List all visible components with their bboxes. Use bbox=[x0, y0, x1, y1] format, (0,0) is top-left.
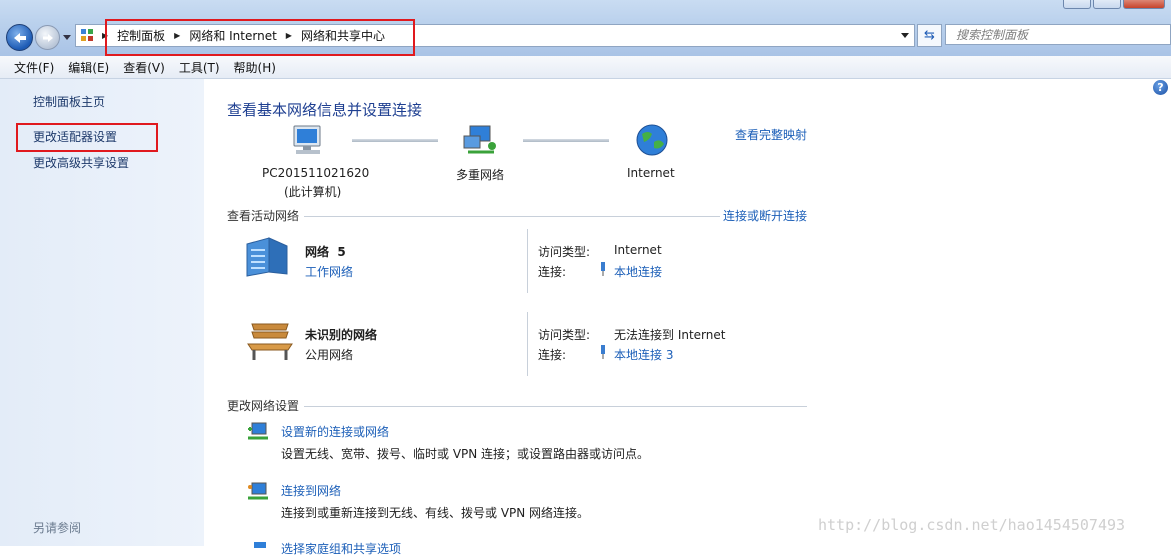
menu-edit[interactable]: 编辑(E) bbox=[60, 59, 115, 76]
page-title: 查看基本网络信息并设置连接 bbox=[227, 101, 423, 119]
section-divider bbox=[304, 406, 807, 407]
search-placeholder: 搜索控制面板 bbox=[956, 28, 1029, 42]
refresh-button[interactable]: ⇆ bbox=[917, 24, 942, 47]
access-type-value: Internet bbox=[614, 243, 662, 257]
network-name: 未识别的网络 bbox=[305, 328, 378, 342]
new-connection-icon[interactable] bbox=[246, 421, 272, 443]
computer-name: PC201511021620 bbox=[262, 166, 370, 180]
homegroup-sharing-link[interactable]: 选择家庭组和共享选项 bbox=[281, 540, 401, 557]
ethernet-plug-icon bbox=[601, 345, 605, 359]
work-network-icon[interactable] bbox=[243, 236, 293, 278]
ethernet-plug-icon bbox=[601, 262, 605, 276]
connect-disconnect-link[interactable]: 连接或断开连接 bbox=[723, 207, 807, 224]
map-link-line bbox=[352, 139, 438, 142]
back-button[interactable] bbox=[6, 24, 33, 51]
internet-globe-icon[interactable] bbox=[634, 122, 670, 158]
search-input[interactable]: 搜索控制面板 bbox=[945, 24, 1171, 45]
forward-arrow-icon bbox=[42, 33, 53, 42]
menu-bar: 文件(F) 编辑(E) 查看(V) 工具(T) 帮助(H) bbox=[0, 56, 1171, 79]
task-description: 设置无线、宽带、拨号、临时或 VPN 连接；或设置路由器或访问点。 bbox=[281, 447, 650, 461]
see-also-heading: 另请参阅 bbox=[33, 521, 82, 535]
sidebar-item-advanced-sharing[interactable]: 更改高级共享设置 bbox=[33, 154, 129, 171]
access-type-label: 访问类型: bbox=[538, 245, 591, 259]
connection-link[interactable]: 本地连接 bbox=[614, 263, 662, 280]
vertical-divider bbox=[527, 312, 528, 376]
sidebar-item-control-panel-home[interactable]: 控制面板主页 bbox=[33, 93, 105, 110]
help-icon[interactable]: ? bbox=[1153, 80, 1168, 95]
setup-new-connection-link[interactable]: 设置新的连接或网络 bbox=[281, 423, 389, 440]
computer-icon[interactable] bbox=[290, 124, 328, 158]
connect-to-network-icon[interactable] bbox=[246, 481, 272, 503]
refresh-icon: ⇆ bbox=[924, 28, 935, 43]
menu-help[interactable]: 帮助(H) bbox=[226, 59, 282, 76]
see-full-map-link[interactable]: 查看完整映射 bbox=[735, 126, 807, 143]
maximize-button[interactable] bbox=[1093, 0, 1121, 9]
address-history-chevron-down-icon[interactable] bbox=[900, 30, 910, 40]
multiple-networks-label: 多重网络 bbox=[456, 168, 505, 182]
access-type-label: 访问类型: bbox=[538, 328, 591, 342]
homegroup-icon[interactable] bbox=[250, 540, 270, 548]
internet-label: Internet bbox=[627, 166, 675, 180]
multiple-networks-icon[interactable] bbox=[462, 124, 500, 158]
forward-button[interactable] bbox=[35, 25, 60, 50]
connect-to-network-link[interactable]: 连接到网络 bbox=[281, 482, 341, 499]
network-name: 网络 5 bbox=[305, 245, 346, 259]
menu-tools[interactable]: 工具(T) bbox=[171, 59, 226, 76]
back-arrow-icon bbox=[13, 32, 26, 43]
public-network-bench-icon[interactable] bbox=[244, 320, 296, 364]
window-controls bbox=[1063, 0, 1165, 9]
menu-file[interactable]: 文件(F) bbox=[0, 59, 60, 76]
computer-sublabel: (此计算机) bbox=[284, 185, 342, 199]
connection-label: 连接: bbox=[538, 348, 567, 362]
minimize-button[interactable] bbox=[1063, 0, 1091, 9]
network-type: 公用网络 bbox=[305, 348, 354, 362]
watermark: http://blog.csdn.net/hao1454507493 bbox=[818, 516, 1126, 534]
section-divider bbox=[304, 216, 720, 217]
vertical-divider bbox=[527, 229, 528, 293]
connection-link[interactable]: 本地连接 3 bbox=[614, 346, 673, 363]
connection-label: 连接: bbox=[538, 265, 567, 279]
address-highlight-box bbox=[105, 19, 415, 56]
active-networks-heading: 查看活动网络 bbox=[227, 209, 300, 223]
change-settings-heading: 更改网络设置 bbox=[227, 399, 300, 413]
control-panel-icon bbox=[81, 29, 93, 41]
map-link-line bbox=[523, 139, 609, 142]
task-description: 连接到或重新连接到无线、有线、拨号或 VPN 网络连接。 bbox=[281, 506, 590, 520]
menu-view[interactable]: 查看(V) bbox=[115, 59, 171, 76]
recent-pages-chevron-down-icon[interactable] bbox=[62, 32, 72, 42]
network-type-link[interactable]: 工作网络 bbox=[305, 263, 353, 280]
access-type-value: 无法连接到 Internet bbox=[614, 328, 726, 342]
adapter-highlight-box bbox=[16, 123, 158, 152]
close-button[interactable] bbox=[1123, 0, 1165, 9]
